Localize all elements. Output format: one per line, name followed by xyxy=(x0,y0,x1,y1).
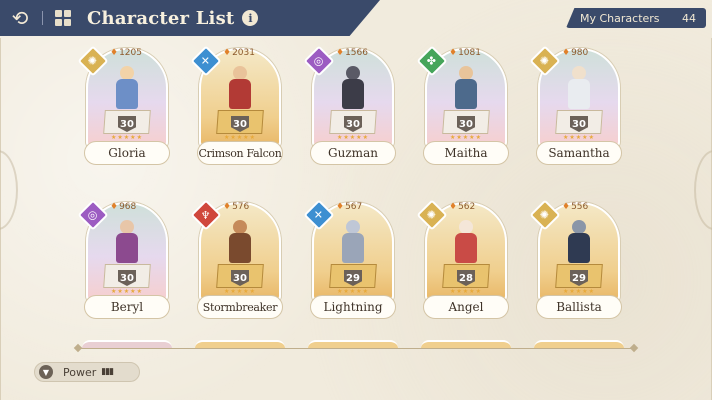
character-sprite xyxy=(338,66,368,114)
character-stars: ★★★★★ xyxy=(450,288,482,295)
page-title: Character List xyxy=(87,7,235,29)
character-card[interactable]: ✺ ♦1205 30 ★★★★★ Gloria xyxy=(77,44,172,168)
character-card[interactable]: ✕ ♦567 29 ★★★★★ Lightning xyxy=(303,198,398,322)
my-characters-counter: My Characters 44 xyxy=(566,8,706,28)
character-power: ♦556 xyxy=(562,202,589,212)
character-name: Beryl xyxy=(84,295,170,319)
character-stars: ★★★★★ xyxy=(337,134,369,141)
info-icon[interactable]: i xyxy=(242,10,259,26)
power-sort-button[interactable]: ▼ Power ▮▮▮ xyxy=(34,362,140,382)
character-card[interactable]: ✺ ♦980 30 ★★★★★ Samantha xyxy=(529,44,624,168)
character-stars: ★★★★★ xyxy=(563,134,595,141)
character-stars: ★★★★★ xyxy=(337,288,369,295)
character-name: Samantha xyxy=(536,141,622,165)
character-sprite xyxy=(338,220,368,268)
character-sprite xyxy=(225,66,255,114)
character-card[interactable]: ✺ ♦562 28 ★★★★★ Angel xyxy=(416,198,511,322)
right-ornament xyxy=(694,150,712,230)
character-card[interactable]: ◎ ♦968 30 ★★★★★ Beryl xyxy=(77,198,172,322)
character-sprite xyxy=(564,220,594,268)
header-separator xyxy=(42,11,43,25)
character-card[interactable]: ◎ ♦1566 30 ★★★★★ Guzman xyxy=(303,44,398,168)
character-sprite xyxy=(564,66,594,114)
character-name: Crimson Falcon xyxy=(197,141,283,165)
character-sprite xyxy=(225,220,255,268)
character-name: Ballista xyxy=(536,295,622,319)
character-sprite xyxy=(112,220,142,268)
character-stars: ★★★★★ xyxy=(450,134,482,141)
character-power: ♦562 xyxy=(449,202,476,212)
sort-bars-icon: ▮▮▮ xyxy=(101,367,114,377)
character-power: ♦980 xyxy=(562,48,589,58)
character-stars: ★★★★★ xyxy=(563,288,595,295)
character-stars: ★★★★★ xyxy=(111,134,143,141)
character-card[interactable]: ✕ ♦2031 30 ★★★★★ Crimson Falcon xyxy=(190,44,285,168)
character-card[interactable]: ✺ ♦556 29 ★★★★★ Ballista xyxy=(529,198,624,322)
character-grid: ✺ ♦1205 30 ★★★★★ Gloria ✕ ♦2031 30 ★★★★★… xyxy=(77,44,632,322)
left-ornament xyxy=(0,150,18,230)
character-stars: ★★★★★ xyxy=(224,134,256,141)
power-sort-label: Power xyxy=(63,365,97,379)
bottom-divider xyxy=(78,348,634,349)
character-power: ♦1566 xyxy=(336,48,368,58)
character-power: ♦567 xyxy=(336,202,363,212)
character-name: Angel xyxy=(423,295,509,319)
next-row-peek xyxy=(82,340,632,348)
grid-home-icon[interactable] xyxy=(55,10,71,26)
character-card[interactable]: ✤ ♦1081 30 ★★★★★ Maitha xyxy=(416,44,511,168)
character-power: ♦968 xyxy=(110,202,137,212)
character-sprite xyxy=(451,66,481,114)
my-characters-label: My Characters xyxy=(580,11,660,25)
character-power: ♦576 xyxy=(223,202,250,212)
my-characters-count: 44 xyxy=(682,11,696,25)
character-sprite xyxy=(451,220,481,268)
character-sprite xyxy=(112,66,142,114)
filter-icon: ▼ xyxy=(39,365,53,379)
character-name: Gloria xyxy=(84,141,170,165)
header-bar: ⟲ Character List i xyxy=(0,0,380,36)
character-power: ♦2031 xyxy=(223,48,255,58)
back-arrow-icon[interactable]: ⟲ xyxy=(0,0,40,36)
character-power: ♦1081 xyxy=(449,48,481,58)
character-power: ♦1205 xyxy=(110,48,142,58)
character-name: Maitha xyxy=(423,141,509,165)
character-name: Guzman xyxy=(310,141,396,165)
character-stars: ★★★★★ xyxy=(224,288,256,295)
character-stars: ★★★★★ xyxy=(111,288,143,295)
character-card[interactable]: ♆ ♦576 30 ★★★★★ Stormbreaker xyxy=(190,198,285,322)
character-name: Stormbreaker xyxy=(197,295,283,319)
character-name: Lightning xyxy=(310,295,396,319)
